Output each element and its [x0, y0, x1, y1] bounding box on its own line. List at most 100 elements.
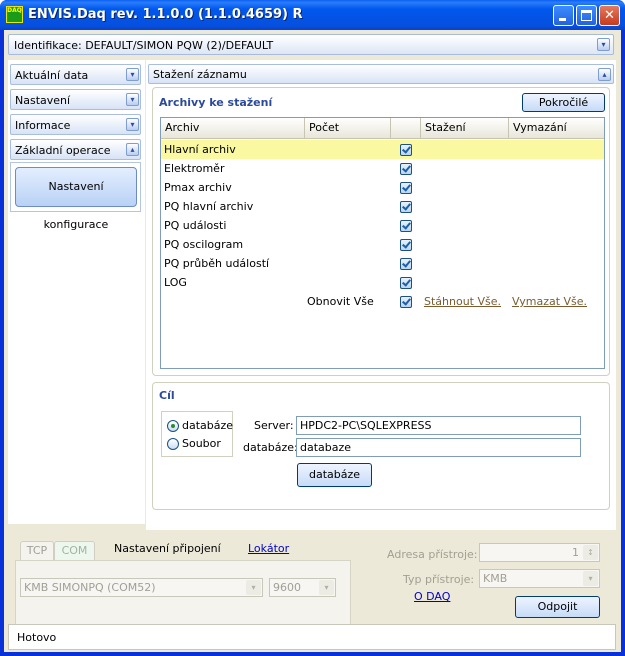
close-icon: ✕: [604, 8, 615, 23]
sidebar-item-current-data[interactable]: Aktuální data ▾: [10, 64, 141, 85]
sidebar: Aktuální data ▾ Nastavení ▾ Informace ▾ …: [8, 60, 145, 524]
chevron-down-icon: ▾: [126, 68, 139, 81]
archive-checkbox[interactable]: [400, 220, 412, 232]
archive-name: PQ průběh událostí: [164, 257, 270, 270]
chevron-down-icon: ▾: [126, 93, 139, 106]
archive-name: PQ hlavní archiv: [164, 200, 254, 213]
file-radio-label[interactable]: Soubor: [182, 437, 221, 450]
sidebar-item-label: Informace: [15, 119, 71, 132]
sidebar-item-settings[interactable]: Nastavení ▾: [10, 89, 141, 110]
chevron-down-icon: ▾: [126, 118, 139, 131]
archive-checkbox[interactable]: [400, 277, 412, 289]
table-row[interactable]: PQ oscilogram: [161, 235, 604, 254]
archive-name: PQ oscilogram: [164, 238, 244, 251]
column-header-delete[interactable]: Vymazání: [509, 118, 604, 139]
advanced-button[interactable]: Pokročilé: [522, 93, 605, 112]
archive-name: LOG: [164, 276, 187, 289]
column-header-archive[interactable]: Archiv: [161, 118, 305, 139]
section-title: Stažení záznamu: [153, 68, 247, 81]
status-bar: Hotovo: [8, 624, 616, 650]
server-label: Server:: [254, 419, 294, 432]
archive-name: Elektroměr: [164, 162, 225, 175]
device-address-stepper[interactable]: 1 ↕: [479, 543, 600, 562]
archives-table: Archiv Počet Stažení Vymazání Hlavní arc…: [160, 117, 605, 369]
device-type-label: Typ přístroje:: [403, 573, 475, 586]
archive-checkbox[interactable]: [400, 144, 412, 156]
target-option-group: databáze Soubor: [161, 411, 233, 457]
close-button[interactable]: ✕: [599, 5, 620, 26]
table-row[interactable]: Hlavní archiv: [161, 140, 604, 159]
title-bar[interactable]: DAQ ENVIS.Daq rev. 1.1.0.0 (1.1.0.4659) …: [0, 0, 625, 30]
database-radio[interactable]: [167, 420, 179, 432]
archive-checkbox[interactable]: [400, 258, 412, 270]
table-row[interactable]: Elektroměr: [161, 159, 604, 178]
sidebar-item-basic-operations[interactable]: Základní operace ▴: [10, 139, 141, 160]
archive-checkbox[interactable]: [400, 201, 412, 213]
basic-operations-panel: Nastavení konfigurace: [10, 162, 141, 231]
archive-name: Hlavní archiv: [164, 143, 236, 156]
database-radio-label[interactable]: databáze: [182, 419, 233, 432]
archive-checkbox[interactable]: [400, 182, 412, 194]
target-title: Cíl: [159, 389, 175, 402]
chevron-down-icon: ▾: [583, 571, 598, 586]
chevron-down-icon[interactable]: ▾: [597, 38, 610, 51]
table-footer-row: Obnovit Vše Stáhnout Vše. Vymazat Vše.: [161, 292, 604, 311]
chevron-down-icon: ▾: [319, 580, 334, 595]
baud-rate-select[interactable]: 9600 ▾: [269, 578, 336, 597]
refresh-all-label: Obnovit Vše: [307, 295, 374, 308]
file-radio[interactable]: [167, 438, 179, 450]
maximize-icon: [581, 10, 592, 21]
archives-title: Archivy ke stažení: [159, 96, 273, 109]
server-field[interactable]: HPDC2-PC\SQLEXPRESS: [296, 416, 581, 435]
table-header: Archiv Počet Stažení Vymazání: [161, 118, 604, 139]
select-all-checkbox[interactable]: [400, 296, 412, 308]
daq-app-icon: DAQ: [6, 6, 23, 23]
database-button[interactable]: databáze: [297, 463, 372, 487]
app-window: DAQ ENVIS.Daq rev. 1.1.0.0 (1.1.0.4659) …: [0, 0, 625, 656]
table-row[interactable]: PQ hlavní archiv: [161, 197, 604, 216]
column-header-check[interactable]: [391, 118, 421, 139]
database-label: databáze:: [243, 441, 298, 454]
identification-bar[interactable]: Identifikace: DEFAULT/SIMON PQW (2)/DEFA…: [8, 34, 614, 55]
identification-label: Identifikace: DEFAULT/SIMON PQW (2)/DEFA…: [14, 39, 274, 52]
column-header-download[interactable]: Stažení: [421, 118, 509, 139]
sidebar-item-label: Základní operace: [15, 144, 111, 157]
archive-checkbox[interactable]: [400, 163, 412, 175]
configuration-settings-button[interactable]: Nastavení konfigurace: [15, 167, 137, 231]
status-text: Hotovo: [17, 631, 57, 644]
device-type-value: KMB: [483, 572, 508, 585]
sidebar-item-information[interactable]: Informace ▾: [10, 114, 141, 135]
download-all-link[interactable]: Stáhnout Vše.: [424, 295, 501, 308]
delete-all-link[interactable]: Vymazat Vše.: [512, 295, 587, 308]
column-header-count[interactable]: Počet: [305, 118, 391, 139]
tab-tcp[interactable]: TCP: [20, 541, 54, 561]
download-records-header[interactable]: Stažení záznamu ▴: [148, 64, 614, 84]
table-row[interactable]: PQ události: [161, 216, 604, 235]
table-row[interactable]: LOG: [161, 273, 604, 292]
database-field[interactable]: databaze: [296, 438, 581, 457]
maximize-button[interactable]: [576, 5, 597, 26]
chevron-up-icon: ▴: [126, 143, 139, 156]
sidebar-item-label: Aktuální data: [15, 69, 89, 82]
minimize-button[interactable]: [553, 5, 574, 26]
table-row[interactable]: Pmax archiv: [161, 178, 604, 197]
archive-name: PQ události: [164, 219, 227, 232]
locator-link[interactable]: Lokátor: [248, 542, 289, 555]
chevron-up-icon: ▴: [598, 68, 611, 81]
about-daq-link[interactable]: O DAQ: [414, 590, 450, 603]
com-port-value: KMB SIMONPQ (COM52): [24, 581, 156, 594]
connection-settings-label: Nastavení připojení: [114, 542, 221, 555]
archive-name: Pmax archiv: [164, 181, 232, 194]
tab-com[interactable]: COM: [54, 541, 95, 561]
com-port-select[interactable]: KMB SIMONPQ (COM52) ▾: [20, 578, 263, 597]
table-row[interactable]: PQ průběh událostí: [161, 254, 604, 273]
device-type-select[interactable]: KMB ▾: [479, 569, 600, 588]
chevron-down-icon: ▾: [246, 580, 261, 595]
stepper-icon: ↕: [583, 545, 598, 560]
device-address-value: 1: [572, 546, 579, 559]
window-title: ENVIS.Daq rev. 1.1.0.0 (1.1.0.4659) R: [28, 7, 303, 22]
disconnect-button[interactable]: Odpojit: [515, 596, 600, 618]
device-address-label: Adresa přístroje:: [387, 548, 478, 561]
baud-rate-value: 9600: [273, 581, 301, 594]
archive-checkbox[interactable]: [400, 239, 412, 251]
